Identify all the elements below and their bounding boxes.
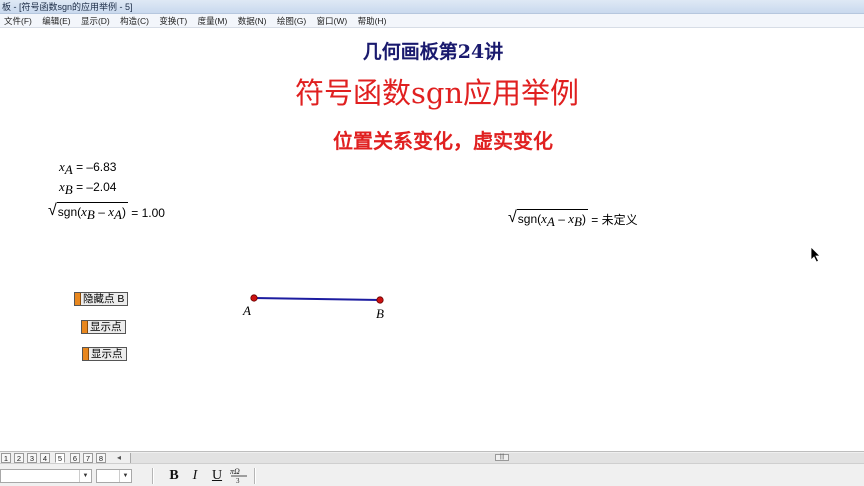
menu-graph[interactable]: 绘图(G) [273,14,310,27]
segment-ab[interactable] [253,297,381,301]
point-a[interactable] [250,294,258,302]
page-tab-8[interactable]: 8 [96,453,106,463]
menu-edit[interactable]: 编辑(E) [38,14,74,27]
menu-measure[interactable]: 度量(M) [194,14,232,27]
point-b[interactable] [376,296,384,304]
toolbar-separator [152,468,154,484]
page-tab-3[interactable]: 3 [27,453,37,463]
sketch-canvas[interactable]: 几何画板第24讲 符号函数sgn应用举例 位置关系变化，虚实变化 xA = –6… [0,29,864,451]
menu-data[interactable]: 数据(N) [234,14,271,27]
menu-file[interactable]: 文件(F) [0,14,36,27]
italic-button[interactable]: I [185,467,205,485]
page-tab-2[interactable]: 2 [14,453,24,463]
font-size-select[interactable]: ▼ [96,469,132,483]
page-tab-6[interactable]: 6 [70,453,80,463]
mouse-cursor-icon [810,246,821,263]
point-a-label[interactable]: A [243,303,251,319]
page-tab-5[interactable]: 5 [55,453,65,463]
window-title: 板 - [符号函数sgn的应用举例 - 5] [2,2,133,12]
page-tab-1[interactable]: 1 [1,453,11,463]
menu-bar: 文件(F) 编辑(E) 显示(D) 构造(C) 变换(T) 度量(M) 数据(N… [0,14,864,28]
math-symbol-icon[interactable]: πΩ 3 [228,466,250,485]
horizontal-scrollbar[interactable]: ||| [130,453,864,463]
svg-text:πΩ: πΩ [230,467,240,476]
chevron-down-icon: ▼ [79,470,91,482]
chevron-down-icon: ▼ [119,470,131,482]
menu-help[interactable]: 帮助(H) [354,14,391,27]
window-title-bar[interactable]: 板 - [符号函数sgn的应用举例 - 5] [0,0,864,14]
svg-text:3: 3 [236,477,240,485]
bold-button[interactable]: B [164,467,184,485]
page-tab-7[interactable]: 7 [83,453,93,463]
scrollbar-thumb[interactable]: ||| [495,454,509,461]
page-tab-4[interactable]: 4 [40,453,50,463]
underline-button[interactable]: U [207,467,227,485]
point-b-label[interactable]: B [376,306,384,322]
geometry-layer [250,294,384,304]
menu-construct[interactable]: 构造(C) [116,14,153,27]
font-family-select[interactable]: ▼ [0,469,92,483]
menu-window[interactable]: 窗口(W) [313,14,352,27]
menu-display[interactable]: 显示(D) [77,14,114,27]
toolbar-separator [254,468,256,484]
menu-transform[interactable]: 变换(T) [155,14,191,27]
chevron-left-icon[interactable]: ◂ [114,453,124,463]
page-tab-bar: 1 2 3 4 5 6 7 8 ◂ ||| [0,451,864,463]
text-format-toolbar: ▼ ▼ B I U πΩ 3 [0,463,864,486]
